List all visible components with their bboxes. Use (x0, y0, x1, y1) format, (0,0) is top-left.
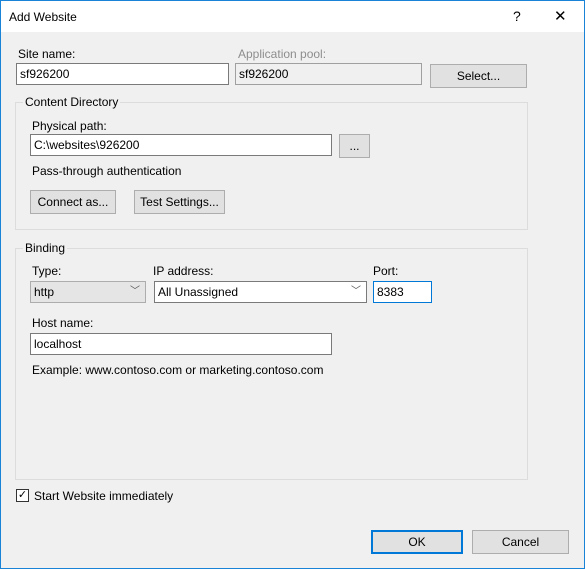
port-input[interactable]: 8383 (373, 281, 432, 303)
type-label: Type: (32, 264, 62, 278)
test-settings-button[interactable]: Test Settings... (134, 190, 225, 214)
example-text: Example: www.contoso.com or marketing.co… (32, 363, 324, 377)
browse-button[interactable]: ... (339, 134, 370, 158)
close-icon[interactable]: ✕ (554, 7, 567, 25)
start-website-checkbox[interactable]: ✓ (16, 489, 29, 502)
start-website-label: Start Website immediately (34, 489, 174, 503)
help-button[interactable]: ? (513, 8, 521, 24)
type-select[interactable]: http ﹀ (30, 281, 146, 303)
connect-as-button[interactable]: Connect as... (30, 190, 116, 214)
chevron-down-icon: ﹀ (130, 286, 140, 297)
auth-text: Pass-through authentication (32, 164, 182, 178)
select-pool-button[interactable]: Select... (430, 64, 527, 88)
physical-path-input[interactable]: C:\websites\926200 (30, 134, 332, 156)
binding-label: Binding (23, 241, 68, 255)
site-name-label: Site name: (18, 47, 76, 61)
app-pool-input: sf926200 (235, 63, 422, 85)
ok-button[interactable]: OK (371, 530, 463, 554)
app-pool-label: Application pool: (238, 47, 327, 61)
port-label: Port: (373, 264, 399, 278)
ip-select[interactable]: All Unassigned ﹀ (154, 281, 367, 303)
type-value: http (34, 285, 55, 299)
cancel-button[interactable]: Cancel (472, 530, 569, 554)
dialog-title: Add Website (9, 10, 77, 24)
content-directory-label: Content Directory (23, 95, 121, 109)
host-name-label: Host name: (32, 316, 94, 330)
site-name-input[interactable]: sf926200 (16, 63, 229, 85)
chevron-down-icon: ﹀ (351, 286, 361, 297)
add-website-dialog: Add Website ? ✕ Site name: sf926200 Appl… (0, 0, 585, 569)
title-bar: Add Website ? ✕ (1, 1, 584, 32)
ip-label: IP address: (153, 264, 214, 278)
host-name-input[interactable]: localhost (30, 333, 332, 355)
physical-path-label: Physical path: (32, 119, 107, 133)
ip-value: All Unassigned (158, 285, 239, 299)
